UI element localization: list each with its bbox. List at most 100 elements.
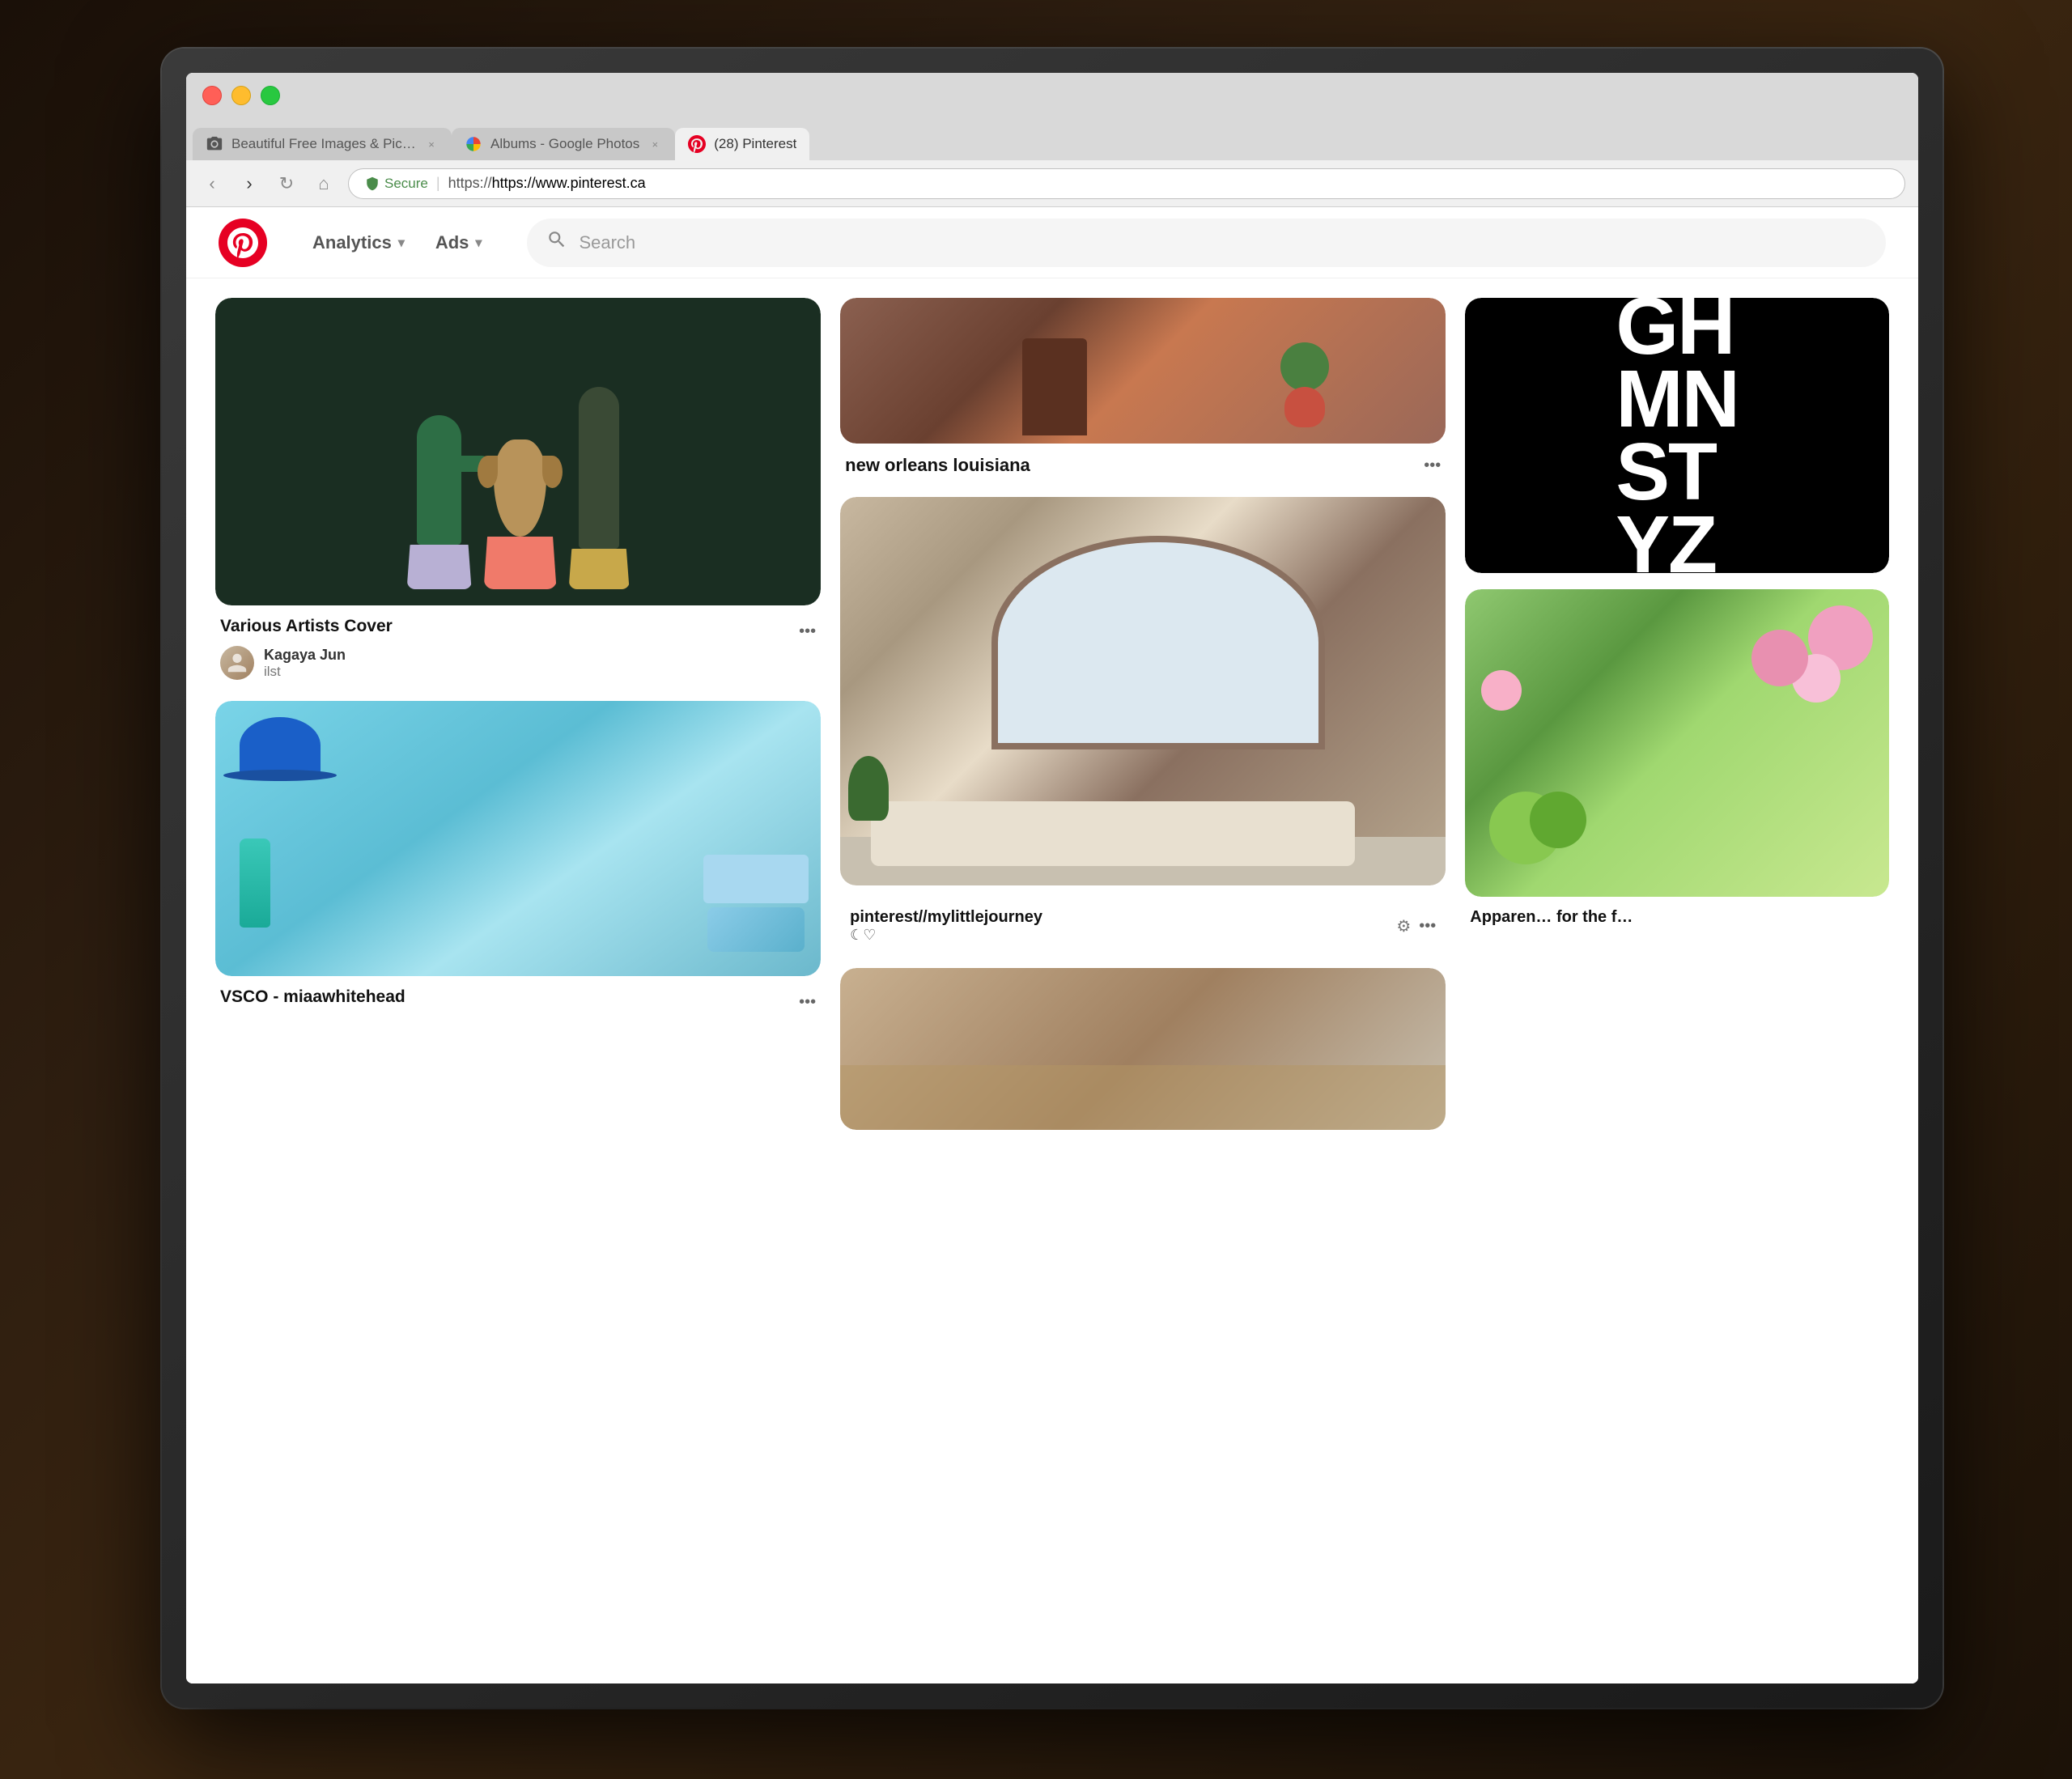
pin-image-nola bbox=[840, 298, 1446, 444]
succulent-leaf-left bbox=[478, 456, 498, 488]
plant-illustration bbox=[215, 298, 821, 605]
partial-photo bbox=[840, 968, 1446, 1130]
url-display: https://https://www.pinterest.ca bbox=[448, 175, 646, 192]
vsco-bottle-shape bbox=[240, 839, 270, 928]
pin-title-vsco: VSCO - miaawhitehead bbox=[220, 987, 405, 1007]
camera-icon bbox=[206, 135, 223, 153]
pin-more-button-plants[interactable]: ••• bbox=[799, 622, 816, 641]
flower-3 bbox=[1751, 630, 1808, 686]
lr-title: pinterest//mylittlejourney bbox=[850, 908, 1042, 927]
title-bar bbox=[186, 73, 1918, 118]
traffic-lights bbox=[202, 86, 280, 105]
vsco-shirt-shape bbox=[703, 855, 809, 903]
lr-more-button[interactable]: ••• bbox=[1419, 917, 1436, 936]
leaf-2 bbox=[1530, 792, 1586, 848]
browser-chrome: Beautiful Free Images & Pictur… × Albums… bbox=[186, 73, 1918, 207]
pin-more-button-vsco[interactable]: ••• bbox=[799, 993, 816, 1012]
partial-overlay bbox=[840, 1065, 1446, 1130]
lr-label-row: pinterest//mylittlejourney ☾♡ ⚙ ••• bbox=[840, 885, 1446, 952]
pin-card-plants[interactable]: Various Artists Cover ••• bbox=[215, 298, 821, 685]
address-input[interactable]: Secure | https://https://www.pinterest.c… bbox=[348, 168, 1905, 199]
vsco-shoes bbox=[707, 907, 805, 952]
tab-unsplash-close[interactable]: × bbox=[424, 137, 439, 151]
tab-googlephotos-title: Albums - Google Photos bbox=[490, 136, 639, 152]
lr-settings-icon[interactable]: ⚙ bbox=[1396, 916, 1411, 936]
pin-card-vsco[interactable]: VSCO - miaawhitehead ••• bbox=[215, 701, 821, 1021]
pin-header-row: Various Artists Cover ••• bbox=[220, 617, 816, 646]
pin-avatar-plants bbox=[220, 646, 254, 680]
pin-info-nola: new orleans louisiana ••• bbox=[840, 444, 1446, 481]
ads-menu-item[interactable]: Ads ▾ bbox=[422, 224, 495, 261]
pin-user-info: Kagaya Jun ilst bbox=[264, 647, 346, 680]
masonry-column-1: Various Artists Cover ••• bbox=[206, 298, 830, 1683]
pin-card-partial[interactable] bbox=[840, 968, 1446, 1130]
tabs-bar: Beautiful Free Images & Pictur… × Albums… bbox=[186, 118, 1918, 160]
pot-left bbox=[407, 545, 472, 589]
lr-sofa bbox=[871, 801, 1356, 866]
google-photos-icon bbox=[465, 135, 482, 153]
succulent-body bbox=[494, 439, 546, 537]
typography-poster: AEGHMNSTYZ56 bbox=[1465, 298, 1889, 573]
ads-dropdown-arrow: ▾ bbox=[475, 235, 482, 251]
pin-card-nola[interactable]: new orleans louisiana ••• bbox=[840, 298, 1446, 481]
back-button[interactable]: ‹ bbox=[199, 171, 225, 197]
pin-user-plants: Kagaya Jun ilst bbox=[220, 646, 816, 680]
laptop-bezel: Beautiful Free Images & Pictur… × Albums… bbox=[162, 49, 1942, 1708]
tab-pinterest[interactable]: (28) Pinterest bbox=[675, 128, 809, 160]
pot-right bbox=[569, 549, 630, 589]
pin-image-vsco bbox=[215, 701, 821, 976]
lr-subtitle: ☾♡ bbox=[850, 927, 1042, 944]
typography-text: AEGHMNSTYZ56 bbox=[1616, 298, 1739, 573]
pin-vsco-header-row: VSCO - miaawhitehead ••• bbox=[220, 987, 816, 1017]
masonry-column-3: AEGHMNSTYZ56 bbox=[1455, 298, 1899, 1683]
avatar-face bbox=[220, 646, 254, 680]
analytics-dropdown-arrow: ▾ bbox=[398, 235, 405, 251]
search-bar[interactable]: Search bbox=[527, 219, 1886, 267]
lr-info-row: pinterest//mylittlejourney ☾♡ ⚙ ••• bbox=[845, 897, 1441, 949]
pin-card-livingroom[interactable]: pinterest//mylittlejourney ☾♡ ⚙ ••• bbox=[840, 497, 1446, 952]
lr-window bbox=[991, 536, 1324, 749]
minimize-button[interactable] bbox=[231, 86, 251, 105]
lr-plant bbox=[848, 756, 889, 821]
vsco-hat-shape bbox=[240, 717, 321, 774]
plant-left bbox=[407, 415, 472, 589]
screen: Beautiful Free Images & Pictur… × Albums… bbox=[186, 73, 1918, 1683]
vsco-photo bbox=[215, 701, 821, 976]
pin-more-button-nola[interactable]: ••• bbox=[1424, 456, 1441, 475]
close-button[interactable] bbox=[202, 86, 222, 105]
nola-title: new orleans louisiana bbox=[845, 455, 1030, 476]
ads-label: Ads bbox=[435, 232, 469, 253]
pin-info-vsco: VSCO - miaawhitehead ••• bbox=[215, 976, 821, 1021]
maximize-button[interactable] bbox=[261, 86, 280, 105]
pin-card-floral[interactable]: Apparen… for the f… bbox=[1465, 589, 1889, 932]
plant-right bbox=[569, 387, 630, 589]
tab-googlephotos[interactable]: Albums - Google Photos × bbox=[452, 128, 675, 160]
plant-middle bbox=[484, 439, 557, 589]
pinterest-tab-icon bbox=[688, 135, 706, 153]
cactus-body-right bbox=[579, 387, 619, 549]
tab-unsplash-title: Beautiful Free Images & Pictur… bbox=[231, 136, 416, 152]
nola-plant bbox=[1280, 342, 1329, 391]
succulent-leaf-right bbox=[542, 456, 563, 488]
pin-image-floral bbox=[1465, 589, 1889, 897]
analytics-menu-item[interactable]: Analytics ▾ bbox=[299, 224, 418, 261]
pin-board-plants: ilst bbox=[264, 664, 346, 680]
tab-googlephotos-close[interactable]: × bbox=[648, 137, 662, 151]
masonry-grid: Various Artists Cover ••• bbox=[186, 278, 1918, 1683]
pot-middle bbox=[484, 537, 557, 589]
nav-menu: Analytics ▾ Ads ▾ bbox=[299, 224, 495, 261]
flower-4 bbox=[1481, 670, 1522, 711]
secure-label: Secure bbox=[384, 176, 428, 192]
address-bar: ‹ › ↻ ⌂ Secure | https://https://www.pin… bbox=[186, 160, 1918, 207]
pin-image-typography: AEGHMNSTYZ56 bbox=[1465, 298, 1889, 573]
nola-pot bbox=[1284, 387, 1325, 427]
livingroom-photo bbox=[840, 497, 1446, 885]
forward-button[interactable]: › bbox=[236, 171, 262, 197]
pin-card-typography[interactable]: AEGHMNSTYZ56 bbox=[1465, 298, 1889, 573]
tab-unsplash[interactable]: Beautiful Free Images & Pictur… × bbox=[193, 128, 452, 160]
pinterest-logo[interactable] bbox=[219, 219, 267, 267]
home-button[interactable]: ⌂ bbox=[311, 171, 337, 197]
search-placeholder: Search bbox=[579, 232, 635, 253]
refresh-button[interactable]: ↻ bbox=[274, 171, 299, 197]
secure-badge: Secure bbox=[365, 176, 428, 192]
